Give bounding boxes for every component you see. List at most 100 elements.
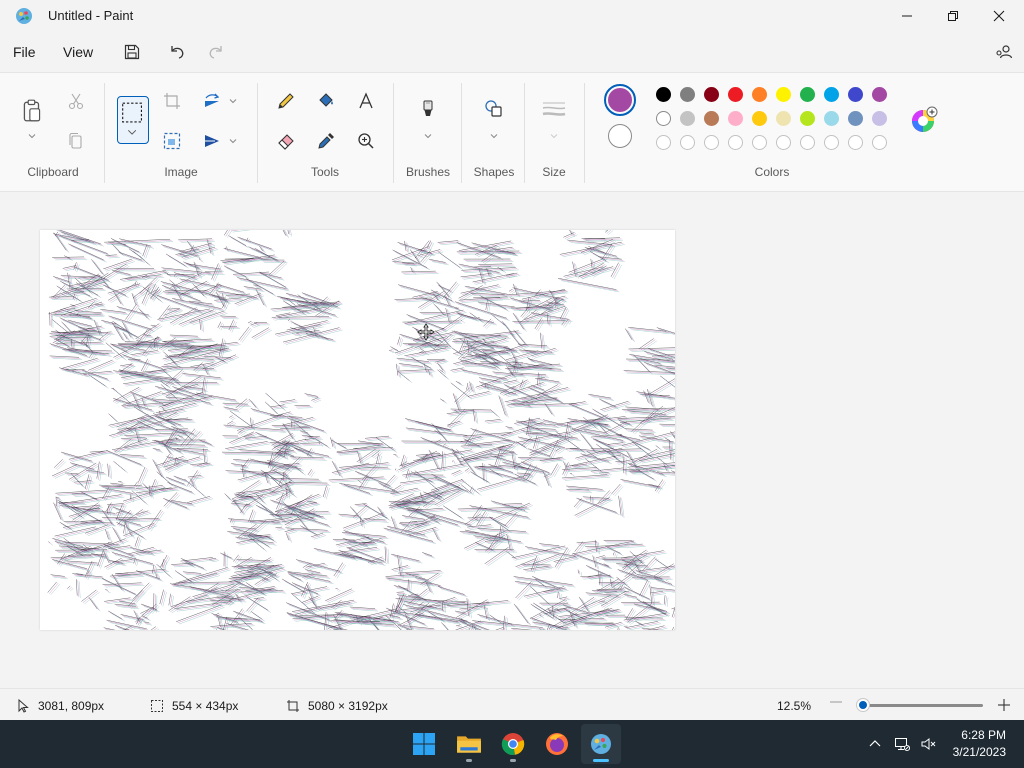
text-tool-button[interactable] xyxy=(352,87,380,115)
custom-color-slot[interactable] xyxy=(656,135,671,150)
custom-color-slot[interactable] xyxy=(824,135,839,150)
eyedropper-icon xyxy=(318,133,334,149)
start-button[interactable] xyxy=(404,724,444,764)
size-chevron-down-icon[interactable] xyxy=(549,131,559,141)
ribbon-divider xyxy=(524,83,525,183)
palette-swatch[interactable] xyxy=(704,111,719,126)
copy-icon xyxy=(69,132,82,149)
volume-muted-icon[interactable] xyxy=(920,736,936,752)
save-button[interactable] xyxy=(120,40,144,64)
group-label-tools: Tools xyxy=(310,165,339,179)
restore-button[interactable] xyxy=(930,0,976,32)
group-label-colors: Colors xyxy=(754,165,790,179)
palette-swatch[interactable] xyxy=(752,111,767,126)
cursor-position-readout: 3081, 809px xyxy=(16,699,104,713)
custom-color-slot[interactable] xyxy=(728,135,743,150)
running-indicator xyxy=(510,759,516,762)
palette-swatch[interactable] xyxy=(872,111,887,126)
chevron-up-icon[interactable] xyxy=(867,736,883,752)
custom-color-slot[interactable] xyxy=(680,135,695,150)
taskbar-paint[interactable] xyxy=(581,724,621,764)
custom-color-slot[interactable] xyxy=(848,135,863,150)
palette-swatch[interactable] xyxy=(800,111,815,126)
palette-swatch[interactable] xyxy=(776,111,791,126)
palette-swatch[interactable] xyxy=(680,87,695,102)
selection-size-readout: 554 × 434px xyxy=(150,699,238,713)
primary-color-selector[interactable] xyxy=(604,84,636,116)
rotate-chevron-down-icon[interactable] xyxy=(228,96,238,106)
fill-tool-button[interactable] xyxy=(312,87,340,115)
minus-icon xyxy=(830,701,842,703)
copy-button[interactable] xyxy=(62,127,90,155)
secondary-color-selector[interactable] xyxy=(608,124,632,148)
custom-color-slot[interactable] xyxy=(800,135,815,150)
brushes-button[interactable] xyxy=(414,95,442,123)
running-indicator xyxy=(466,759,472,762)
rotate-button[interactable] xyxy=(198,87,226,115)
share-button[interactable] xyxy=(992,40,1016,64)
palette-swatch[interactable] xyxy=(656,87,671,102)
crop-button[interactable] xyxy=(158,87,186,115)
taskbar-chrome[interactable] xyxy=(493,724,533,764)
resize-button[interactable] xyxy=(158,127,186,155)
palette-swatch[interactable] xyxy=(728,87,743,102)
taskbar-firefox[interactable] xyxy=(537,724,577,764)
size-button[interactable] xyxy=(540,95,568,123)
drawing-canvas[interactable] xyxy=(40,230,675,630)
palette-swatch[interactable] xyxy=(704,87,719,102)
custom-color-slot[interactable] xyxy=(872,135,887,150)
palette-swatch[interactable] xyxy=(776,87,791,102)
flip-button[interactable] xyxy=(198,127,226,155)
group-label-brushes: Brushes xyxy=(405,165,451,179)
edit-colors-button[interactable] xyxy=(910,106,938,134)
palette-swatch[interactable] xyxy=(824,87,839,102)
cut-button[interactable] xyxy=(62,87,90,115)
taskbar-file-explorer[interactable] xyxy=(449,724,489,764)
magnifier-tool-button[interactable] xyxy=(352,127,380,155)
paste-chevron-down-icon[interactable] xyxy=(27,131,37,141)
palette-swatch[interactable] xyxy=(872,87,887,102)
selection-size-text: 554 × 434px xyxy=(172,699,239,713)
menu-file[interactable]: File xyxy=(13,44,36,60)
select-button[interactable] xyxy=(117,96,149,144)
flip-chevron-down-icon[interactable] xyxy=(228,136,238,146)
canvas-size-readout: 5080 × 3192px xyxy=(286,699,388,713)
zoom-in-button[interactable] xyxy=(997,698,1011,712)
ribbon-toolbar: Clipboard Image Tools Brushes Shapes Siz… xyxy=(0,72,1024,192)
custom-color-slot[interactable] xyxy=(776,135,791,150)
ribbon-divider xyxy=(257,83,258,183)
color-picker-button[interactable] xyxy=(312,127,340,155)
palette-swatch[interactable] xyxy=(728,111,743,126)
menu-view[interactable]: View xyxy=(63,44,93,60)
custom-color-slot[interactable] xyxy=(752,135,767,150)
shapes-button[interactable] xyxy=(480,95,508,123)
paint-app-icon xyxy=(14,6,34,26)
minimize-button[interactable] xyxy=(884,0,930,32)
plus-icon xyxy=(998,699,1010,711)
zoom-slider-thumb[interactable] xyxy=(857,699,869,711)
pencil-tool-button[interactable] xyxy=(272,87,300,115)
palette-swatch[interactable] xyxy=(752,87,767,102)
paste-button[interactable] xyxy=(18,95,46,127)
palette-swatch[interactable] xyxy=(824,111,839,126)
palette-swatch[interactable] xyxy=(848,87,863,102)
eraser-tool-button[interactable] xyxy=(272,127,300,155)
undo-button[interactable] xyxy=(165,40,189,64)
rotate-icon xyxy=(205,93,220,107)
shapes-icon xyxy=(485,100,502,117)
brushes-chevron-down-icon[interactable] xyxy=(423,131,433,141)
system-clock[interactable]: 6:28 PM 3/21/2023 xyxy=(953,727,1006,761)
scissors-icon xyxy=(68,93,84,110)
shapes-chevron-down-icon[interactable] xyxy=(489,131,499,141)
redo-button[interactable] xyxy=(204,40,228,64)
zoom-slider-track[interactable] xyxy=(863,704,983,707)
palette-swatch[interactable] xyxy=(800,87,815,102)
palette-swatch[interactable] xyxy=(656,111,671,126)
close-button[interactable] xyxy=(976,0,1022,32)
palette-swatch[interactable] xyxy=(848,111,863,126)
zoom-out-button[interactable] xyxy=(829,695,843,709)
select-rectangle-icon xyxy=(122,102,142,135)
network-icon[interactable] xyxy=(894,736,910,752)
custom-color-slot[interactable] xyxy=(704,135,719,150)
palette-swatch[interactable] xyxy=(680,111,695,126)
